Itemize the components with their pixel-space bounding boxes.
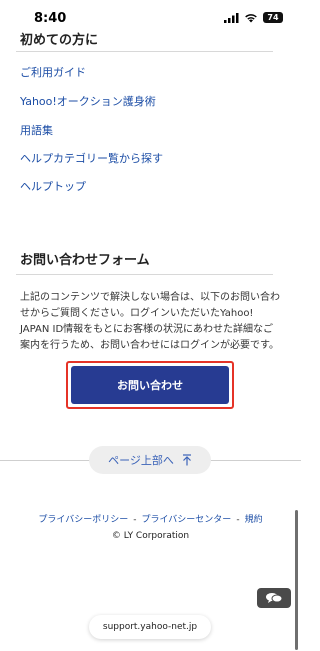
contact-button[interactable]: お問い合わせ: [71, 366, 229, 404]
first-time-heading: 初めての方に: [20, 33, 99, 48]
link-help-categories[interactable]: ヘルプカテゴリー覧から探す: [20, 150, 163, 166]
link-glossary[interactable]: 用語集: [20, 122, 53, 138]
link-auction-protection[interactable]: Yahoo!オークション護身術: [20, 93, 156, 109]
link-help-top[interactable]: ヘルプトップ: [20, 178, 86, 194]
chat-icon: [266, 593, 283, 603]
status-time: 8:40: [34, 11, 67, 26]
arrow-up-icon: [182, 454, 191, 466]
contact-form-title: お問い合わせフォーム: [20, 253, 150, 268]
link-privacy-center[interactable]: プライバシーセンター: [141, 515, 231, 525]
divider: [16, 274, 273, 275]
page-top-label: ページ上部へ: [108, 454, 174, 467]
page-top-button[interactable]: ページ上部へ: [89, 446, 211, 474]
link-terms[interactable]: 規約: [245, 515, 263, 525]
status-icons: 74: [224, 12, 283, 23]
copyright: © LY Corporation: [111, 531, 190, 541]
scrollbar[interactable]: [295, 510, 298, 650]
chat-button[interactable]: [257, 588, 291, 608]
footer-separator: -: [133, 515, 137, 525]
footer-separator: -: [236, 515, 240, 525]
link-privacy-policy[interactable]: プライバシーポリシー: [38, 515, 128, 525]
contact-description: 上記のコンテンツで解決しない場合は、以下のお問い合わせからご質問ください。ログイ…: [20, 292, 280, 351]
divider: [16, 51, 273, 52]
signal-icon: [224, 12, 239, 23]
battery-icon: 74: [263, 12, 283, 23]
address-bar[interactable]: support.yahoo-net.jp: [89, 615, 211, 639]
footer-links: プライバシーポリシー - プライバシーセンター - 規約: [0, 512, 301, 525]
link-usage-guide[interactable]: ご利用ガイド: [20, 64, 86, 80]
wifi-icon: [245, 13, 257, 22]
